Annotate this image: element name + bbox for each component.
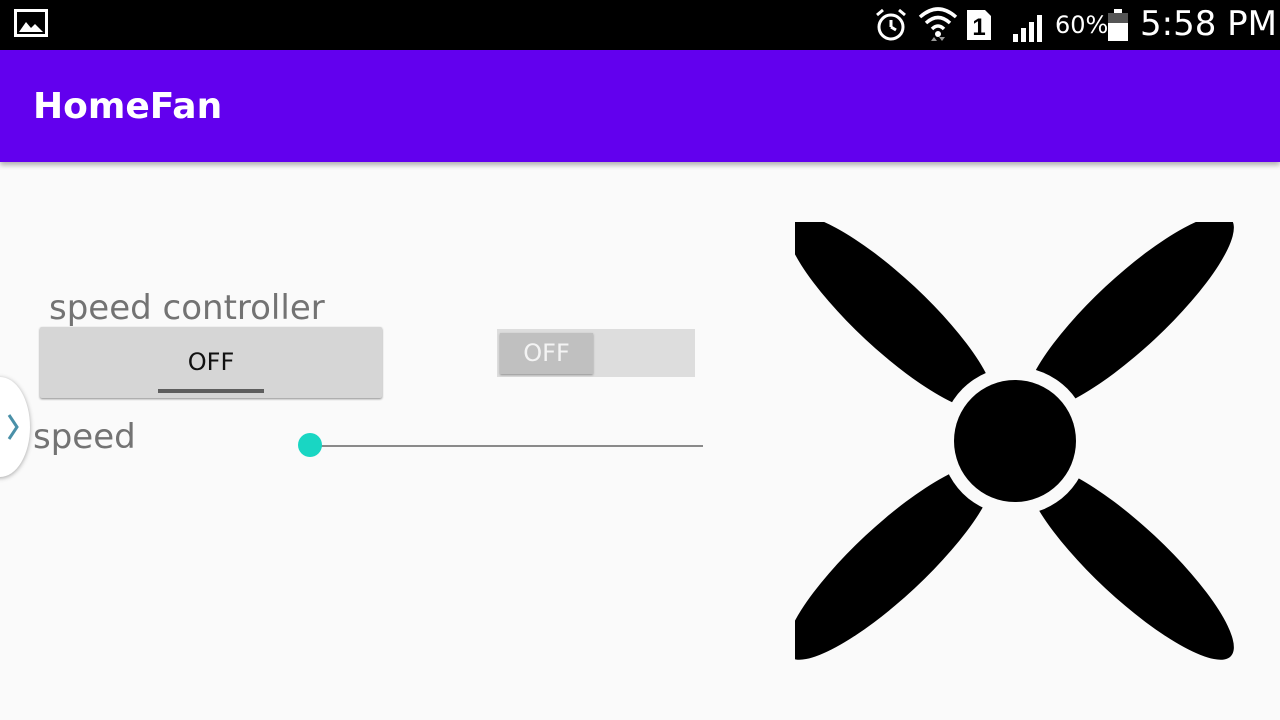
- battery-percent: 60%: [1055, 11, 1109, 39]
- fan-hub: [954, 380, 1076, 502]
- toggle-thumb: OFF: [500, 333, 593, 374]
- speed-slider[interactable]: [297, 430, 703, 460]
- alarm-icon: [876, 8, 906, 41]
- gallery-icon: [14, 9, 48, 37]
- status-bar: 1 60% 5:58 PM: [0, 0, 1280, 50]
- wifi-icon: [918, 7, 958, 41]
- sim-1-icon: 1: [967, 10, 991, 41]
- slider-thumb[interactable]: [298, 433, 322, 457]
- fan-icon: [795, 222, 1234, 660]
- speed-controller-label: speed controller: [49, 288, 325, 328]
- signal-icon: [1013, 15, 1042, 42]
- slider-track: [311, 445, 703, 447]
- status-clock: 5:58 PM: [1140, 4, 1277, 44]
- sim-slot-number: 1: [972, 14, 985, 41]
- app-bar: HomeFan: [0, 50, 1280, 162]
- power-toggle-switch[interactable]: OFF: [497, 329, 695, 377]
- power-off-button[interactable]: OFF: [40, 327, 382, 398]
- speed-label: speed: [33, 417, 136, 457]
- power-button-label: OFF: [187, 348, 235, 376]
- app-title: HomeFan: [33, 86, 223, 127]
- chevron-right-icon: [7, 414, 19, 440]
- battery-icon: [1108, 9, 1128, 41]
- drawer-handle[interactable]: [0, 377, 30, 477]
- button-underline: [158, 389, 264, 393]
